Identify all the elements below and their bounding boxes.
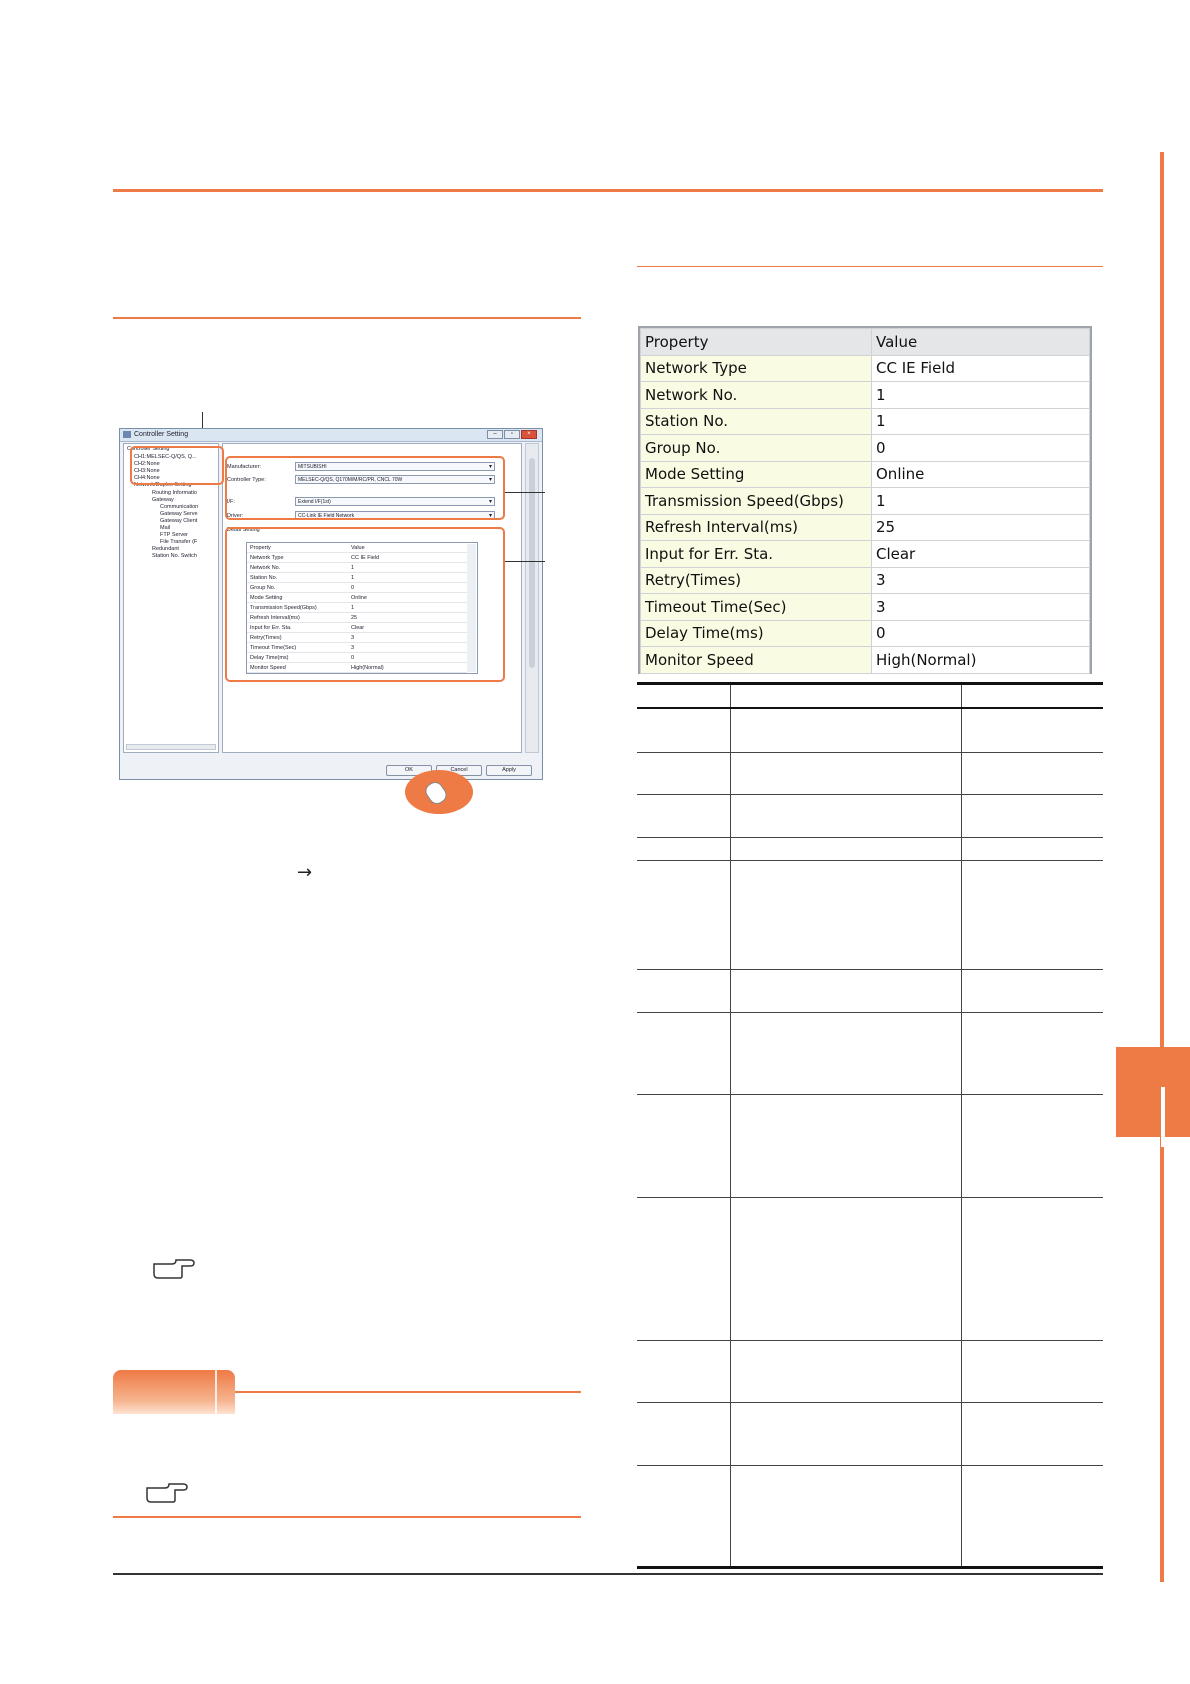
property-cell: Group No. [640,434,872,462]
property-header: Property [640,328,872,356]
settings-tree: Controller Setting CH1:MELSEC-Q/QS, Q...… [123,443,219,753]
value-cell[interactable]: CC IE Field [871,354,1090,382]
section-tag-graphic [113,1370,235,1414]
reference-hand-icon [146,1483,188,1503]
callout-leader-mid [505,492,545,493]
tree-item[interactable]: Station No. Switch [152,553,197,559]
tree-item[interactable]: Communication [160,504,198,510]
table-row [637,794,1103,838]
value-cell[interactable]: 3 [871,566,1090,594]
close-icon[interactable]: × [521,430,537,439]
table-row [637,1094,1103,1198]
value-cell[interactable]: 1 [871,381,1090,409]
tree-item[interactable]: Redundant [152,546,179,552]
minimize-icon[interactable]: – [487,430,503,439]
table-header-row [637,682,1103,709]
tree-item[interactable]: FTP Server [160,532,188,538]
property-cell: Network Type [640,354,872,382]
controller-fields-highlight [225,456,505,520]
property-cell: Transmission Speed(Gbps) [640,487,872,515]
table-row [637,837,1103,861]
property-cell: Monitor Speed [640,646,872,674]
property-cell: Timeout Time(Sec) [640,593,872,621]
property-cell: Station No. [640,407,872,435]
property-cell: Refresh Interval(ms) [640,513,872,541]
reference-hand-icon [153,1259,195,1279]
window-icon [123,431,131,438]
tree-horizontal-scrollbar[interactable] [126,744,216,750]
property-table: Property Value Network Type CC IE Field N… [640,328,1090,674]
value-cell[interactable]: Clear [871,540,1090,568]
value-cell[interactable]: Online [871,460,1090,488]
value-header: Value [871,328,1090,356]
left-section-rule [113,317,581,319]
property-cell: Mode Setting [640,460,872,488]
table-row [637,1402,1103,1466]
description-table [637,682,1103,1569]
value-cell[interactable]: 25 [871,513,1090,541]
callout-leader-lower [505,561,545,562]
dialog-title-bar: Controller Setting – ▫ × [120,429,542,442]
table-row [637,708,1103,753]
channel-highlight [130,446,224,485]
maximize-icon[interactable]: ▫ [504,430,520,439]
right-section-rule [637,266,1103,267]
property-cell: Retry(Times) [640,566,872,594]
property-cell: Input for Err. Sta. [640,540,872,568]
value-cell[interactable]: 0 [871,434,1090,462]
tree-item[interactable]: Gateway [152,497,174,503]
table-row [637,752,1103,795]
value-cell[interactable]: 0 [871,619,1090,647]
property-cell: Delay Time(ms) [640,619,872,647]
table-row [637,969,1103,1013]
value-cell[interactable]: High(Normal) [871,646,1090,674]
table-row [637,1465,1103,1569]
lower-left-rule [113,1516,581,1518]
footer-rule [113,1573,1103,1575]
tree-item[interactable]: Mail [160,525,170,531]
chapter-tab [1116,1047,1190,1147]
apply-button[interactable]: Apply [486,765,532,776]
value-cell[interactable]: 3 [871,593,1090,621]
tree-item[interactable]: File Transfer (F [160,539,197,545]
table-row [637,1197,1103,1341]
mouse-click-icon [405,770,473,814]
table-row [637,1012,1103,1095]
table-row [637,1340,1103,1403]
header-rule [113,189,1103,192]
step-arrow: → [297,862,313,883]
section-tag-rule [235,1391,581,1393]
page-edge-bar [1160,152,1164,1582]
value-cell[interactable]: 1 [871,487,1090,515]
value-cell[interactable]: 1 [871,407,1090,435]
tree-item[interactable]: Gateway Serve [160,511,198,517]
dialog-vertical-scrollbar[interactable] [525,443,539,753]
table-row [637,860,1103,970]
property-cell: Network No. [640,381,872,409]
tree-item[interactable]: Routing Informatio [152,490,197,496]
tree-item[interactable]: Gateway Client [160,518,197,524]
dialog-title: Controller Setting [134,431,189,438]
detail-setting-highlight [225,527,505,682]
